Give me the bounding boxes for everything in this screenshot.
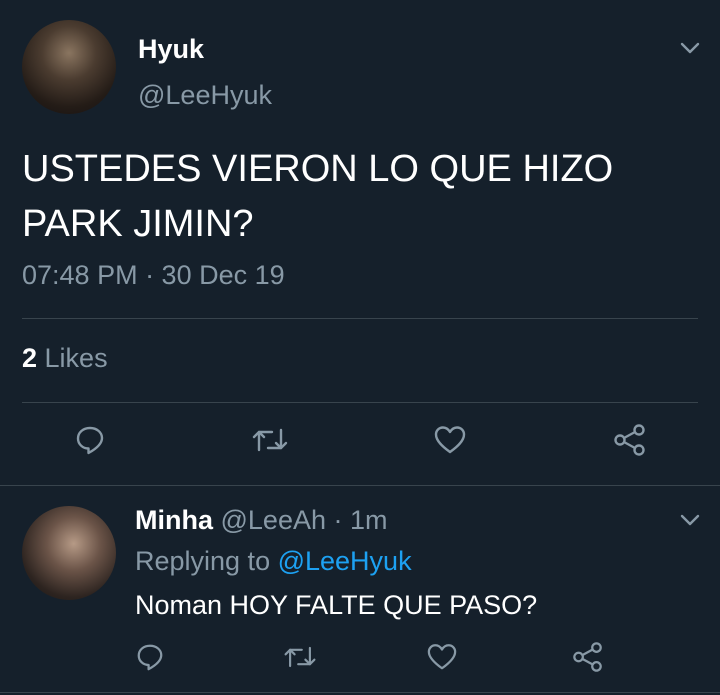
- replying-to: Replying to @LeeHyuk: [135, 546, 412, 577]
- divider: [22, 402, 698, 403]
- reply-button[interactable]: [68, 418, 112, 462]
- reply-icon: [135, 642, 165, 672]
- retweet-icon: [250, 424, 290, 456]
- reply-author-meta: @LeeAh · 1m: [213, 505, 388, 535]
- likes-count[interactable]: 2 Likes: [22, 343, 108, 374]
- chevron-down-icon[interactable]: [679, 37, 701, 59]
- divider: [0, 485, 720, 486]
- like-icon: [433, 424, 467, 456]
- author-handle[interactable]: @LeeHyuk: [138, 80, 272, 111]
- author-avatar[interactable]: [22, 20, 116, 114]
- retweet-button[interactable]: [248, 418, 292, 462]
- reply-author-avatar[interactable]: [22, 506, 116, 600]
- reply-like-button[interactable]: [420, 635, 464, 679]
- reply-icon: [74, 424, 106, 456]
- share-button[interactable]: [608, 418, 652, 462]
- author-name[interactable]: Hyuk: [138, 34, 204, 65]
- share-icon: [571, 641, 605, 673]
- chevron-down-icon[interactable]: [679, 509, 701, 531]
- like-icon: [426, 642, 458, 672]
- share-icon: [612, 423, 648, 457]
- reply-share-button[interactable]: [566, 635, 610, 679]
- retweet-icon: [282, 642, 318, 672]
- likes-number: 2: [22, 343, 38, 373]
- replying-prefix: Replying to: [135, 546, 278, 576]
- likes-label: Likes: [37, 343, 108, 373]
- reply-author-line[interactable]: Minha @LeeAh · 1m: [135, 505, 388, 536]
- reply-author-name: Minha: [135, 505, 213, 535]
- tweet-timestamp[interactable]: 07:48 PM · 30 Dec 19: [22, 260, 285, 291]
- replying-mention-link[interactable]: @LeeHyuk: [278, 546, 412, 576]
- divider: [0, 692, 720, 693]
- tweet-text: USTEDES VIERON LO QUE HIZO PARK JIMIN?: [22, 148, 614, 245]
- divider: [22, 318, 698, 319]
- reply-retweet-button[interactable]: [278, 635, 322, 679]
- reply-text: Noman HOY FALTE QUE PASO?: [135, 590, 538, 620]
- like-button[interactable]: [428, 418, 472, 462]
- reply-reply-button[interactable]: [128, 635, 172, 679]
